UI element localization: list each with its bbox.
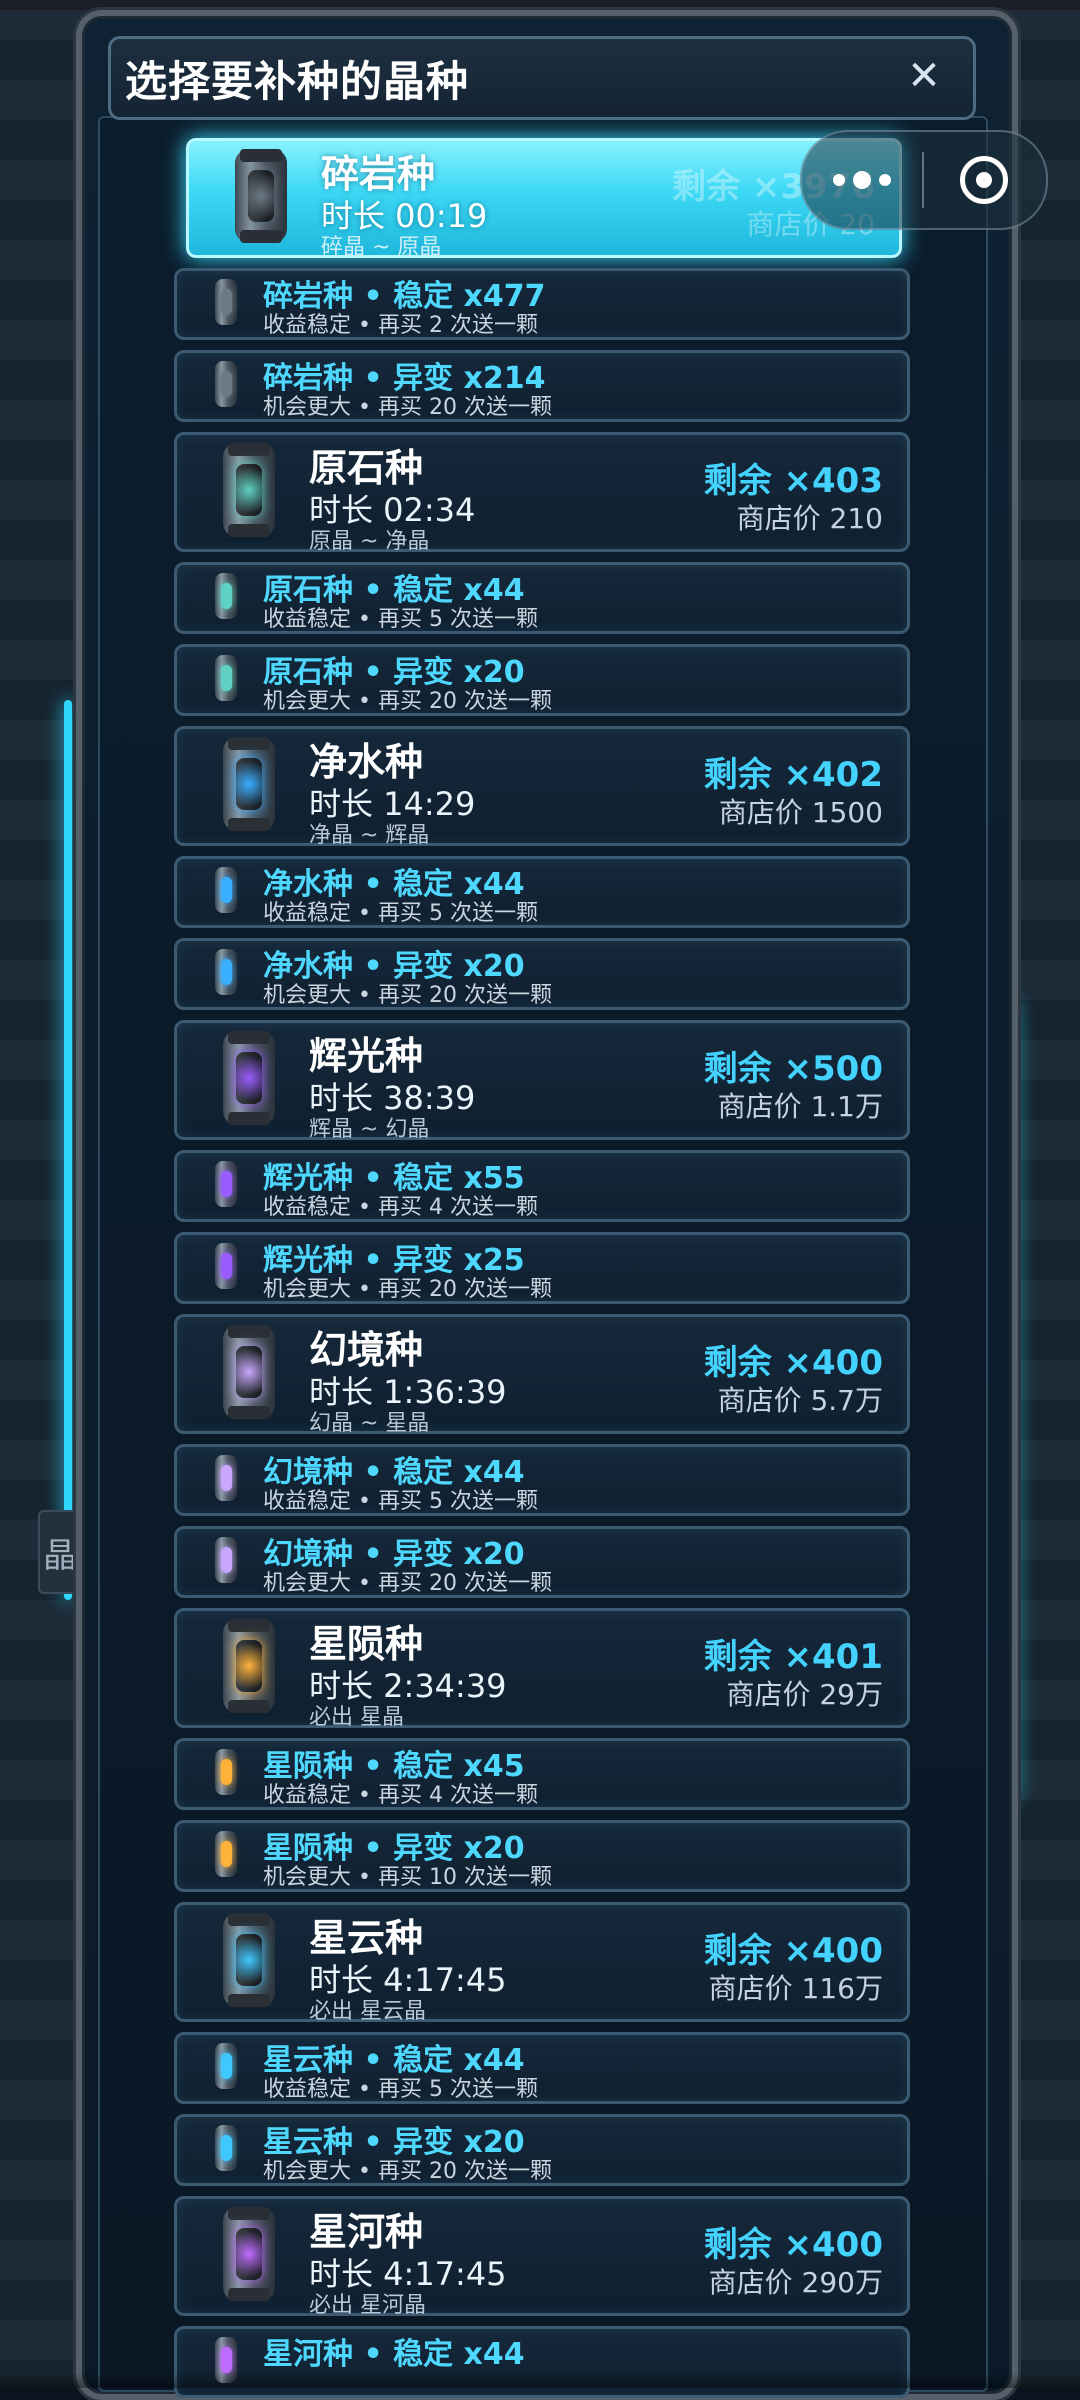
variant-description: 收益稳定 • 再买 5 次送一颗 xyxy=(263,607,538,632)
seed-card[interactable]: 星云种 时长 4:17:45 必出 星云晶 剩余 ×400 商店价 116万 xyxy=(174,1902,910,2024)
seed-yield-range: 净晶 ~ 辉晶 xyxy=(309,823,430,848)
seed-yield-range: 原晶 ~ 净晶 xyxy=(309,529,430,554)
variant-description: 机会更大 • 再买 10 次送一颗 xyxy=(263,1865,552,1890)
seed-yield-range: 必出 星晶 xyxy=(309,1705,404,1730)
seed-card[interactable]: 幻境种 时长 1:36:39 幻晶 ~ 星晶 剩余 ×400 商店价 5.7万 xyxy=(174,1314,910,1436)
seed-name: 星云种 xyxy=(309,1916,424,1960)
crystal-vial-icon xyxy=(223,1031,275,1125)
crystal-vial-icon xyxy=(223,443,275,537)
seed-name: 原石种 xyxy=(309,446,424,490)
crystal-vial-icon xyxy=(215,1831,237,1877)
seed-variant-card[interactable]: 净水种 • 异变 x20 机会更大 • 再买 20 次送一颗 xyxy=(174,938,910,1010)
seed-shop-price: 商店价 29万 xyxy=(726,1678,883,1711)
variant-description: 收益稳定 • 再买 4 次送一颗 xyxy=(263,1195,538,1220)
variant-description: 机会更大 • 再买 20 次送一颗 xyxy=(263,1571,552,1596)
target-ring-icon[interactable] xyxy=(924,156,1044,204)
seed-variant-card[interactable]: 幻境种 • 稳定 x44 收益稳定 • 再买 5 次送一颗 xyxy=(174,1444,910,1516)
seed-card[interactable]: 碎岩种 时长 00:19 碎晶 ~ 原晶 剩余 ×3976 商店价 20 xyxy=(186,138,902,260)
seed-remaining-count: 剩余 ×403 xyxy=(703,461,883,501)
seed-shop-price: 商店价 210 xyxy=(736,502,883,535)
crystal-vial-icon xyxy=(223,737,275,831)
seed-variant-card[interactable]: 星陨种 • 异变 x20 机会更大 • 再买 10 次送一颗 xyxy=(174,1820,910,1892)
crystal-vial-icon xyxy=(223,1325,275,1419)
seed-remaining-count: 剩余 ×400 xyxy=(703,1931,883,1971)
seed-name: 辉光种 xyxy=(309,1034,424,1078)
seed-card[interactable]: 辉光种 时长 38:39 辉晶 ~ 幻晶 剩余 ×500 商店价 1.1万 xyxy=(174,1020,910,1142)
seed-variant-card[interactable]: 净水种 • 稳定 x44 收益稳定 • 再买 5 次送一颗 xyxy=(174,856,910,928)
seed-name: 幻境种 xyxy=(309,1328,424,1372)
seed-variant-card[interactable]: 星陨种 • 稳定 x45 收益稳定 • 再买 4 次送一颗 xyxy=(174,1738,910,1810)
crystal-vial-icon xyxy=(215,1537,237,1583)
crystal-vial-icon xyxy=(223,1619,275,1713)
seed-name: 星陨种 xyxy=(309,1622,424,1666)
variant-title: 星河种 • 稳定 x44 xyxy=(263,2337,525,2372)
seed-variant-card[interactable]: 原石种 • 稳定 x44 收益稳定 • 再买 5 次送一颗 xyxy=(174,562,910,634)
crystal-vial-icon xyxy=(215,573,237,619)
seed-variant-card[interactable]: 辉光种 • 异变 x25 机会更大 • 再买 20 次送一颗 xyxy=(174,1232,910,1304)
crystal-vial-icon xyxy=(215,1243,237,1289)
variant-description: 收益稳定 • 再买 5 次送一颗 xyxy=(263,2077,538,2102)
seed-shop-price: 商店价 5.7万 xyxy=(717,1384,883,1417)
seed-variant-card[interactable]: 碎岩种 • 稳定 x477 收益稳定 • 再买 2 次送一颗 xyxy=(174,268,910,340)
variant-description: 收益稳定 • 再买 4 次送一颗 xyxy=(263,1783,538,1808)
crystal-vial-icon xyxy=(223,2207,275,2301)
seed-variant-card[interactable]: 辉光种 • 稳定 x55 收益稳定 • 再买 4 次送一颗 xyxy=(174,1150,910,1222)
background-glow-left xyxy=(64,700,72,1600)
mini-program-capsule xyxy=(800,130,1048,230)
variant-description: 收益稳定 • 再买 5 次送一颗 xyxy=(263,901,538,926)
seed-remaining-count: 剩余 ×500 xyxy=(703,1049,883,1089)
seed-card[interactable]: 星河种 时长 4:17:45 必出 星河晶 剩余 ×400 商店价 290万 xyxy=(174,2196,910,2318)
seed-variant-card[interactable]: 碎岩种 • 异变 x214 机会更大 • 再买 20 次送一颗 xyxy=(174,350,910,422)
seed-yield-range: 幻晶 ~ 星晶 xyxy=(309,1411,430,1436)
seed-variant-card[interactable]: 星云种 • 异变 x20 机会更大 • 再买 20 次送一颗 xyxy=(174,2114,910,2186)
seed-variant-card[interactable]: 原石种 • 异变 x20 机会更大 • 再买 20 次送一颗 xyxy=(174,644,910,716)
seed-shop-price: 商店价 290万 xyxy=(708,2266,883,2299)
seed-variant-card[interactable]: 幻境种 • 异变 x20 机会更大 • 再买 20 次送一颗 xyxy=(174,1526,910,1598)
crystal-vial-icon xyxy=(223,1913,275,2007)
variant-description: 机会更大 • 再买 20 次送一颗 xyxy=(263,1277,552,1302)
status-bar xyxy=(0,0,1080,10)
seed-yield-range: 必出 星云晶 xyxy=(309,1999,426,2024)
crystal-vial-icon xyxy=(235,149,287,243)
seed-shop-price: 商店价 1.1万 xyxy=(717,1090,883,1123)
variant-description: 收益稳定 • 再买 2 次送一颗 xyxy=(263,313,538,338)
more-dots-icon[interactable] xyxy=(802,171,922,189)
seed-remaining-count: 剩余 ×401 xyxy=(703,1637,883,1677)
crystal-vial-icon xyxy=(215,867,237,913)
crystal-vial-icon xyxy=(215,1455,237,1501)
dialog-header: 选择要补种的晶种 ✕ xyxy=(108,36,976,120)
crystal-vial-icon xyxy=(215,655,237,701)
seed-remaining-count: 剩余 ×400 xyxy=(703,1343,883,1383)
home-indicator-area xyxy=(0,2372,1080,2388)
variant-description: 机会更大 • 再买 20 次送一颗 xyxy=(263,2159,552,2184)
variant-description: 机会更大 • 再买 20 次送一颗 xyxy=(263,983,552,1008)
crystal-vial-icon xyxy=(215,361,237,407)
crystal-vial-icon xyxy=(215,2043,237,2089)
seed-remaining-count: 剩余 ×402 xyxy=(703,755,883,795)
seed-name: 净水种 xyxy=(309,740,424,784)
seed-remaining-count: 剩余 ×400 xyxy=(703,2225,883,2265)
seed-card[interactable]: 原石种 时长 02:34 原晶 ~ 净晶 剩余 ×403 商店价 210 xyxy=(174,432,910,554)
crystal-vial-icon xyxy=(215,949,237,995)
seed-shop-price: 商店价 1500 xyxy=(718,796,883,829)
crystal-vial-icon xyxy=(215,1161,237,1207)
seed-yield-range: 必出 星河晶 xyxy=(309,2293,426,2318)
seed-yield-range: 辉晶 ~ 幻晶 xyxy=(309,1117,430,1142)
crystal-vial-icon xyxy=(215,1749,237,1795)
dialog-title: 选择要补种的晶种 xyxy=(125,56,470,106)
close-icon[interactable]: ✕ xyxy=(897,49,951,103)
variant-description: 机会更大 • 再买 20 次送一颗 xyxy=(263,395,552,420)
seed-shop-price: 商店价 116万 xyxy=(708,1972,883,2005)
crystal-vial-icon xyxy=(215,279,237,325)
seed-yield-range: 碎晶 ~ 原晶 xyxy=(321,235,442,260)
variant-description: 收益稳定 • 再买 5 次送一颗 xyxy=(263,1489,538,1514)
variant-description: 机会更大 • 再买 20 次送一颗 xyxy=(263,689,552,714)
seed-name: 碎岩种 xyxy=(321,152,436,196)
seed-variant-card[interactable]: 星云种 • 稳定 x44 收益稳定 • 再买 5 次送一颗 xyxy=(174,2032,910,2104)
seed-card[interactable]: 净水种 时长 14:29 净晶 ~ 辉晶 剩余 ×402 商店价 1500 xyxy=(174,726,910,848)
crystal-vial-icon xyxy=(215,2125,237,2171)
seed-card[interactable]: 星陨种 时长 2:34:39 必出 星晶 剩余 ×401 商店价 29万 xyxy=(174,1608,910,1730)
seed-name: 星河种 xyxy=(309,2210,424,2254)
